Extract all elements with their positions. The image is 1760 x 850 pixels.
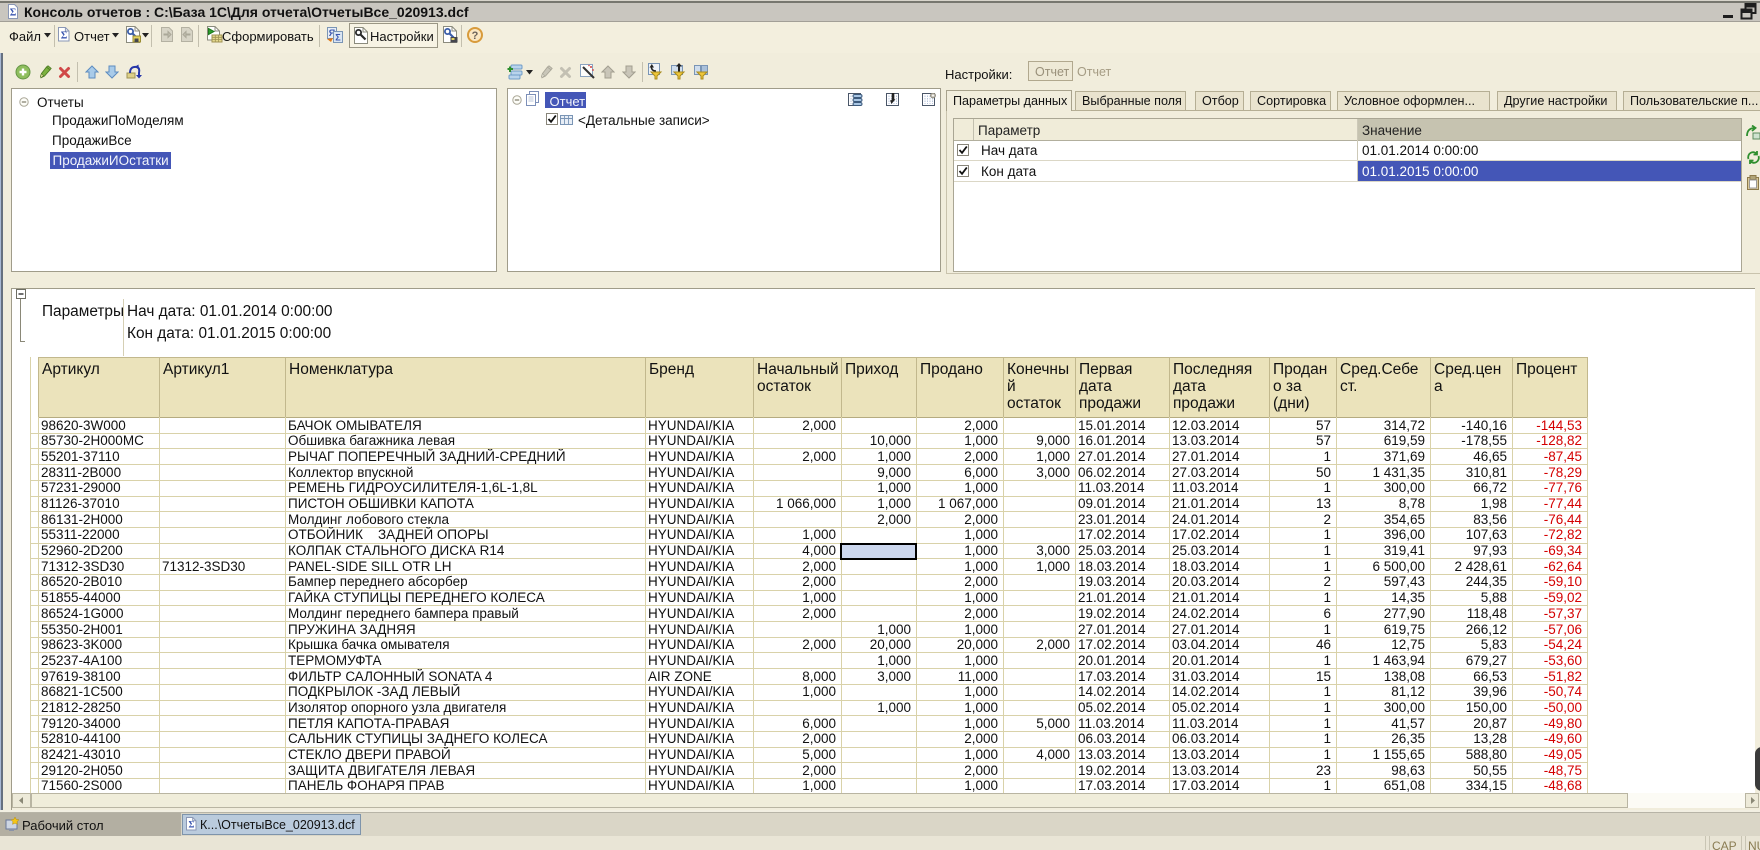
svg-text:Σ: Σ (61, 31, 68, 42)
svg-text:?: ? (472, 30, 479, 42)
svg-text:Σ: Σ (189, 820, 195, 830)
svg-text:Σ: Σ (10, 8, 17, 19)
svg-text:Σ: Σ (335, 33, 341, 43)
